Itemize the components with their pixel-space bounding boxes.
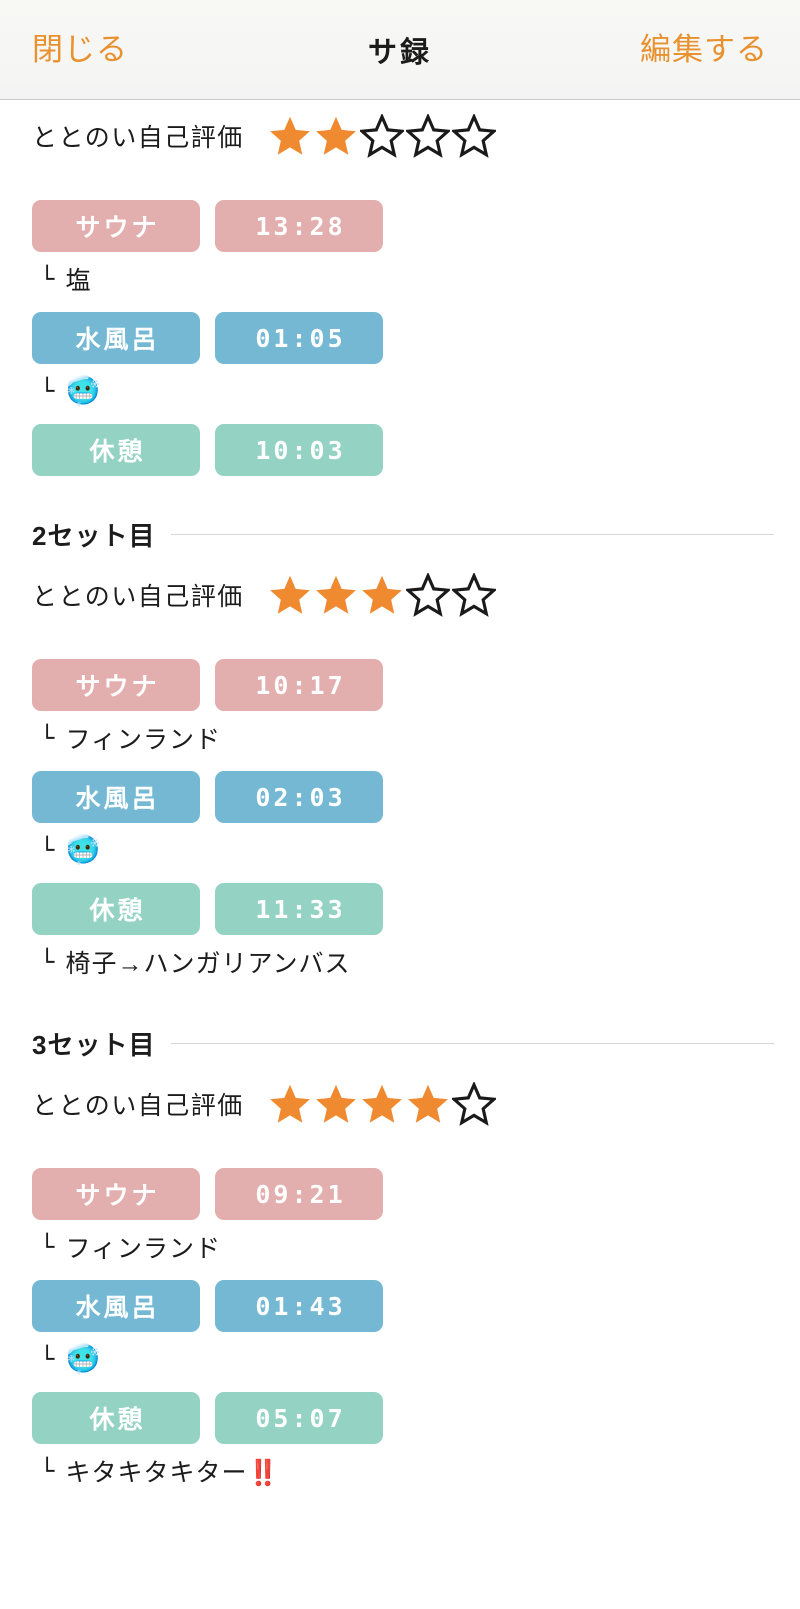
close-button[interactable]: 閉じる: [32, 34, 128, 65]
star-filled-icon[interactable]: [360, 573, 404, 617]
step-time-chip[interactable]: 11:33: [215, 883, 383, 935]
step-label-chip[interactable]: 休憩: [32, 424, 200, 476]
cold-face-emoji: 🥶: [65, 834, 102, 865]
set-heading-label: 2セット目: [32, 521, 156, 551]
set-block: ととのい自己評価 サウナ 13:28 └ 塩水風呂 01:05 └ 🥶 休憩 10:03: [0, 100, 800, 476]
timer-row-mizu[interactable]: 水風呂 01:43: [0, 1280, 800, 1332]
note-text: フィンランド: [65, 726, 221, 754]
step-note[interactable]: └ 🥶: [0, 368, 800, 414]
step-note[interactable]: └ 塩: [0, 256, 800, 302]
set-heading-rule: [171, 1043, 774, 1044]
step-label-chip[interactable]: サウナ: [32, 1168, 200, 1220]
step-time-chip[interactable]: 13:28: [215, 200, 383, 252]
step-note[interactable]: └ 🥶: [0, 827, 800, 873]
sauna-sets-list: ととのい自己評価 サウナ 13:28 └ 塩水風呂 01:05 └ 🥶 休憩 10:03 2セット目…: [0, 100, 800, 1494]
set-heading-rule: [171, 534, 774, 535]
note-text: フィンランド: [65, 1235, 221, 1263]
note-bracket-icon: └: [40, 724, 56, 752]
set-block: 2セット目 ととのい自己評価 サウナ 10:17 └ フィンランド 水風呂 02:03 └ 🥶 休憩…: [0, 516, 800, 985]
set-heading-label: 3セット目: [32, 1030, 156, 1060]
step-label-chip[interactable]: サウナ: [32, 659, 200, 711]
step-label-chip[interactable]: 水風呂: [32, 312, 200, 364]
star-filled-icon[interactable]: [360, 1082, 404, 1126]
step-note[interactable]: └ 🥶: [0, 1336, 800, 1382]
step-time-chip[interactable]: 10:03: [215, 424, 383, 476]
timer-row-sauna[interactable]: サウナ 10:17: [0, 659, 800, 711]
step-time-chip[interactable]: 05:07: [215, 1392, 383, 1444]
star-empty-icon[interactable]: [405, 114, 450, 158]
star-rating[interactable]: [268, 114, 496, 158]
set-block: 3セット目 ととのい自己評価 サウナ 09:21 └ フィンランド 水風呂 01:43 └ 🥶 休憩…: [0, 1025, 800, 1494]
rating-row: ととのい自己評価: [0, 1068, 800, 1140]
timer-row-mizu[interactable]: 水風呂 02:03: [0, 771, 800, 823]
cold-face-emoji: 🥶: [65, 1343, 102, 1374]
timer-row-sauna[interactable]: サウナ 13:28: [0, 200, 800, 252]
star-empty-icon[interactable]: [451, 573, 496, 617]
star-filled-icon[interactable]: [314, 1082, 358, 1126]
note-bracket-icon: └: [40, 1345, 56, 1373]
step-note[interactable]: └ フィンランド: [0, 1224, 800, 1270]
note-bracket-icon: └: [40, 1457, 56, 1485]
step-time-chip[interactable]: 10:17: [215, 659, 383, 711]
set-heading: 3セット目: [0, 1025, 800, 1062]
set-heading: 2セット目: [0, 516, 800, 553]
note-bracket-icon: └: [40, 377, 56, 405]
star-filled-icon[interactable]: [406, 1082, 450, 1126]
step-label-chip[interactable]: 水風呂: [32, 771, 200, 823]
note-bracket-icon: └: [40, 836, 56, 864]
step-time-chip[interactable]: 02:03: [215, 771, 383, 823]
rating-label: ととのい自己評価: [32, 583, 244, 611]
note-bracket-icon: └: [40, 265, 56, 293]
timer-row-sauna[interactable]: サウナ 09:21: [0, 1168, 800, 1220]
step-note[interactable]: └ キタキタキター‼️: [0, 1448, 800, 1494]
step-label-chip[interactable]: 休憩: [32, 883, 200, 935]
rating-row: ととのい自己評価: [0, 100, 800, 172]
step-time-chip[interactable]: 01:05: [215, 312, 383, 364]
step-note[interactable]: └ フィンランド: [0, 715, 800, 761]
star-empty-icon[interactable]: [451, 1082, 496, 1126]
timer-row-kyukei[interactable]: 休憩 10:03: [0, 424, 800, 476]
step-time-chip[interactable]: 01:43: [215, 1280, 383, 1332]
cold-face-emoji: 🥶: [65, 375, 102, 406]
rating-row: ととのい自己評価: [0, 559, 800, 631]
step-note[interactable]: └ 椅子→ハンガリアンバス: [0, 939, 800, 985]
star-filled-icon[interactable]: [314, 114, 358, 158]
rating-label: ととのい自己評価: [32, 1092, 244, 1120]
rating-label: ととのい自己評価: [32, 124, 244, 152]
note-text: キタキタキター‼️: [65, 1459, 279, 1487]
note-text: 椅子→ハンガリアンバス: [65, 950, 351, 978]
star-rating[interactable]: [268, 1082, 496, 1126]
navigation-bar: 閉じる サ録 編集する: [0, 0, 800, 100]
note-text: 塩: [65, 267, 92, 295]
star-filled-icon[interactable]: [268, 573, 312, 617]
step-label-chip[interactable]: サウナ: [32, 200, 200, 252]
note-bracket-icon: └: [40, 1233, 56, 1261]
timer-row-kyukei[interactable]: 休憩 05:07: [0, 1392, 800, 1444]
star-filled-icon[interactable]: [268, 114, 312, 158]
star-filled-icon[interactable]: [268, 1082, 312, 1126]
note-bracket-icon: └: [40, 948, 56, 976]
star-empty-icon[interactable]: [359, 114, 404, 158]
edit-button[interactable]: 編集する: [640, 34, 768, 65]
timer-row-kyukei[interactable]: 休憩 11:33: [0, 883, 800, 935]
star-filled-icon[interactable]: [314, 573, 358, 617]
step-label-chip[interactable]: 水風呂: [32, 1280, 200, 1332]
star-rating[interactable]: [268, 573, 496, 617]
step-label-chip[interactable]: 休憩: [32, 1392, 200, 1444]
star-empty-icon[interactable]: [451, 114, 496, 158]
star-empty-icon[interactable]: [405, 573, 450, 617]
step-time-chip[interactable]: 09:21: [215, 1168, 383, 1220]
double-exclamation-icon: ‼️: [247, 1459, 279, 1487]
timer-row-mizu[interactable]: 水風呂 01:05: [0, 312, 800, 364]
